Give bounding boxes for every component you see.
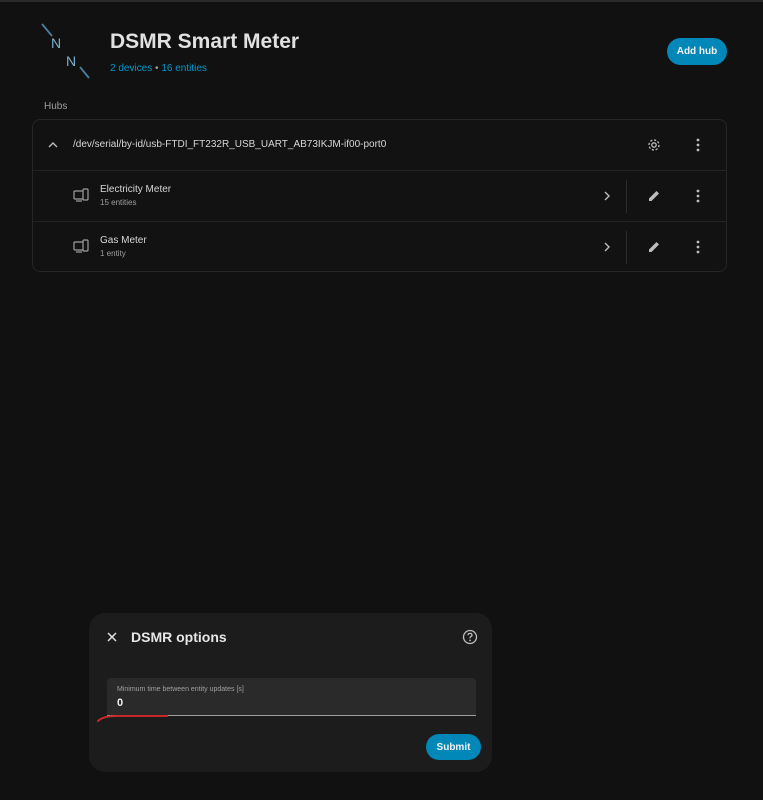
options-dialog: DSMR options Minimum time between entity…	[89, 613, 492, 772]
subtitle-separator: •	[155, 63, 159, 74]
hubs-section-label: Hubs	[44, 101, 68, 112]
submit-button[interactable]: Submit	[426, 734, 481, 760]
more-vertical-icon[interactable]	[688, 237, 708, 257]
page-title: DSMR Smart Meter	[110, 30, 300, 53]
device-name: Gas Meter	[100, 235, 147, 246]
close-icon[interactable]	[102, 627, 122, 647]
gear-icon[interactable]	[644, 135, 664, 155]
page-subtitle: 2 devices • 16 entities	[110, 63, 207, 74]
add-hub-button[interactable]: Add hub	[667, 38, 727, 65]
device-entities-count: 1 entity	[100, 249, 126, 258]
chevron-right-icon[interactable]	[597, 186, 617, 206]
divider	[626, 231, 627, 264]
dialog-title: DSMR options	[131, 629, 227, 645]
field-value[interactable]: 0	[117, 697, 123, 709]
device-entities-count: 15 entities	[100, 198, 137, 207]
dsmr-logo-icon: N N	[41, 23, 90, 79]
pencil-icon[interactable]	[644, 186, 664, 206]
svg-text:N: N	[51, 35, 61, 51]
device-row[interactable]: Gas Meter 1 entity	[33, 221, 726, 272]
device-row[interactable]: Electricity Meter 15 entities	[33, 170, 726, 221]
devices-icon	[73, 188, 89, 202]
entities-link[interactable]: 16 entities	[161, 63, 207, 74]
top-border	[0, 0, 763, 2]
more-vertical-icon[interactable]	[688, 186, 708, 206]
red-annotation-underline	[97, 715, 168, 722]
chevron-right-icon[interactable]	[597, 237, 617, 257]
device-name: Electricity Meter	[100, 184, 172, 195]
chevron-up-icon[interactable]	[43, 135, 63, 155]
pencil-icon[interactable]	[644, 237, 664, 257]
hub-card: /dev/serial/by-id/usb-FTDI_FT232R_USB_UA…	[32, 119, 727, 272]
devices-link[interactable]: 2 devices	[110, 63, 152, 74]
hub-row[interactable]: /dev/serial/by-id/usb-FTDI_FT232R_USB_UA…	[33, 120, 726, 170]
help-icon[interactable]	[460, 627, 480, 647]
svg-text:N: N	[66, 53, 76, 69]
divider	[626, 180, 627, 213]
devices-icon	[73, 239, 89, 253]
hub-path: /dev/serial/by-id/usb-FTDI_FT232R_USB_UA…	[73, 139, 387, 150]
more-vertical-icon[interactable]	[688, 135, 708, 155]
field-label: Minimum time between entity updates [s]	[117, 686, 244, 693]
